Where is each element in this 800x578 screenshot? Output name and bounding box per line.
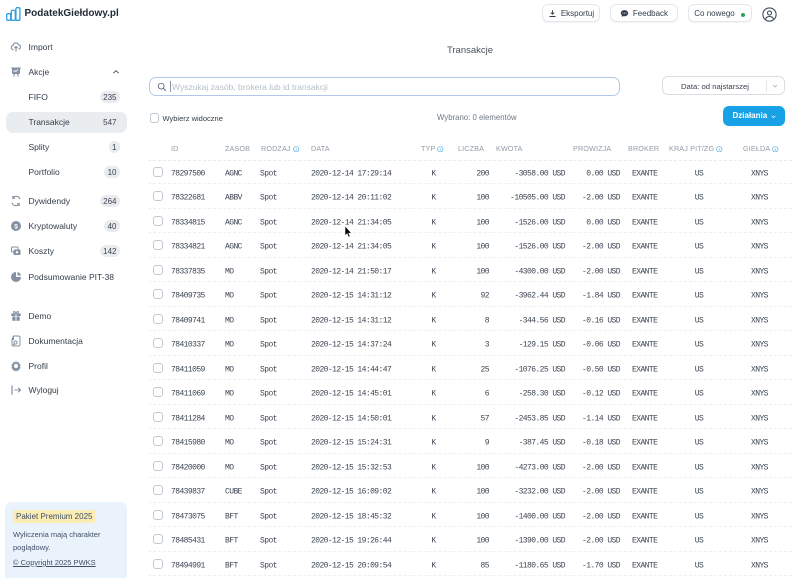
svg-text:$: $: [14, 223, 18, 230]
